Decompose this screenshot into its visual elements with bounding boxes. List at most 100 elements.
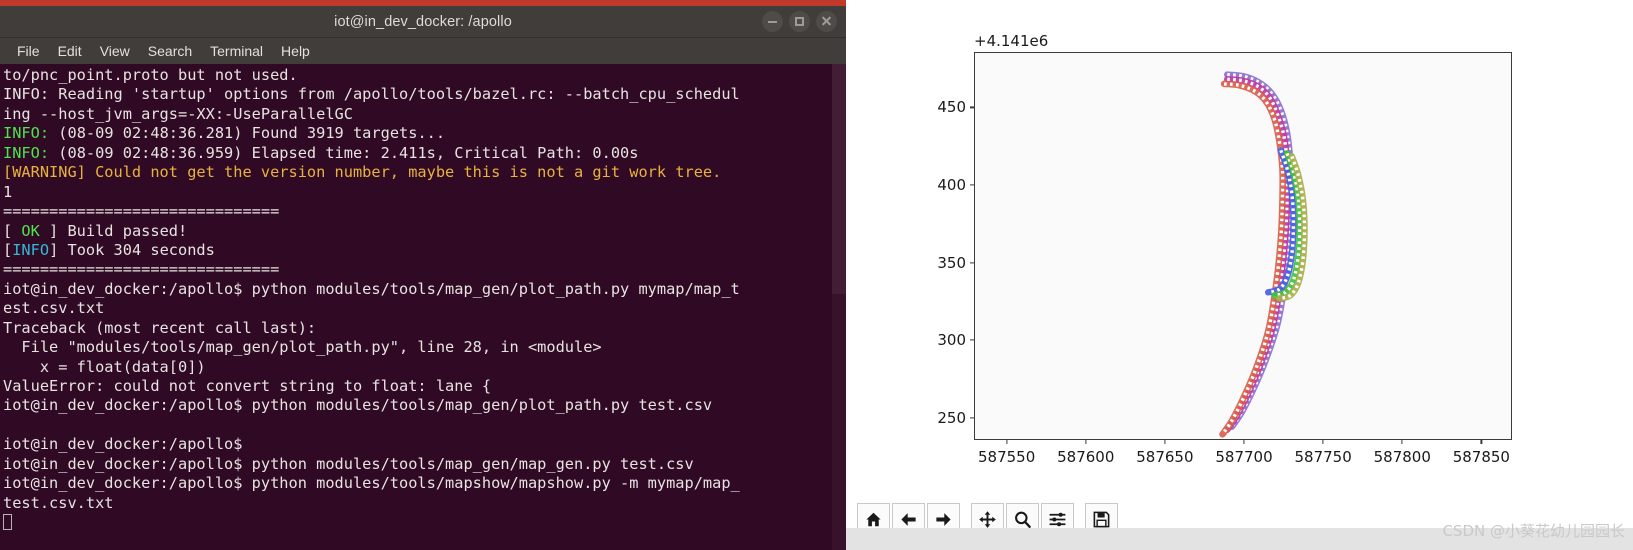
terminal-line: x = float(data[0])	[3, 358, 846, 377]
terminal-title: iot@in_dev_docker: /apollo	[334, 14, 512, 30]
figure-canvas[interactable]: +4.141e6 250 300 350 400 450 587550 587600 5876…	[846, 0, 1633, 492]
lane-path-plot	[1219, 71, 1308, 438]
series-line	[1219, 80, 1286, 438]
terminal-line: ValueError: could not convert string to …	[3, 377, 846, 396]
x-axis-tick-mark	[1243, 439, 1245, 444]
magnifier-icon	[1013, 510, 1032, 529]
move-cross-icon	[978, 510, 997, 529]
terminal-text-span: ==============================	[3, 202, 280, 221]
terminal-text-span: test.csv.txt	[3, 493, 114, 512]
terminal-text-span: [WARNING] Could not get the version numb…	[3, 163, 722, 182]
terminal-line: est.csv.txt	[3, 299, 846, 318]
terminal-line: [WARNING] Could not get the version numb…	[3, 163, 846, 182]
menu-item-help[interactable]: Help	[273, 41, 318, 61]
terminal-line: Traceback (most recent call last):	[3, 319, 846, 338]
terminal-text-span: (08-09 02:48:36.281) Found 3919 targets.…	[49, 124, 446, 143]
terminal-text-span: (08-09 02:48:36.959) Elapsed time: 2.411…	[49, 143, 639, 162]
terminal-text-span: x = float(data[0])	[3, 357, 206, 376]
terminal-cursor	[3, 514, 12, 531]
sliders-icon	[1048, 510, 1067, 529]
x-axis-tick-mark	[1401, 439, 1403, 444]
terminal-line: to/pnc_point.proto but not used.	[3, 66, 846, 85]
terminal-text-span: File "modules/tools/map_gen/plot_path.py…	[3, 338, 602, 357]
home-icon	[864, 510, 883, 529]
terminal-line: ==============================	[3, 260, 846, 279]
screen-root: iot@in_dev_docker: /apollo File Edit View S…	[0, 0, 1633, 550]
terminal-line: test.csv.txt	[3, 494, 846, 513]
terminal-line: ==============================	[3, 202, 846, 221]
terminal-cursor-row	[3, 513, 846, 532]
plot-axes[interactable]: 250 300 350 400 450 587550 587600 587650 587700 5…	[937, 52, 1512, 466]
minimize-button[interactable]	[762, 11, 783, 32]
terminal-line: 1	[3, 183, 846, 202]
terminal-text-span: Traceback (most recent call last):	[3, 318, 317, 337]
close-icon	[821, 16, 832, 27]
y-axis-tick-mark	[970, 261, 975, 264]
terminal-text-span: INFO	[12, 240, 50, 259]
terminal-window: iot@in_dev_docker: /apollo File Edit View S…	[0, 0, 846, 550]
menu-item-edit[interactable]: Edit	[50, 41, 90, 61]
watermark-text: CSDN @小葵花幼儿园园长	[1442, 522, 1625, 540]
terminal-text-span: iot@in_dev_docker:/apollo$	[3, 435, 243, 454]
terminal-output[interactable]: to/pnc_point.proto but not used. INFO: Re…	[0, 64, 846, 550]
matplotlib-window: +4.141e6 250 300 350 400 450 587550 587600 5876…	[846, 0, 1633, 550]
terminal-scrollbar-thumb[interactable]	[832, 64, 846, 294]
maximize-button[interactable]	[789, 11, 810, 32]
terminal-titlebar[interactable]: iot@in_dev_docker: /apollo	[0, 6, 846, 38]
terminal-text-span: iot@in_dev_docker:/apollo$ python module…	[3, 396, 713, 415]
floppy-disk-icon	[1092, 510, 1111, 529]
terminal-line: iot@in_dev_docker:/apollo$	[3, 435, 846, 454]
x-axis-tick-mark	[1085, 439, 1087, 444]
menu-item-search[interactable]: Search	[140, 41, 200, 61]
terminal-text-span: 1	[3, 182, 13, 201]
menu-item-file[interactable]: File	[9, 41, 48, 61]
y-axis-offset-label: +4.141e6	[974, 32, 1049, 50]
close-button[interactable]	[816, 11, 837, 32]
terminal-line: iot@in_dev_docker:/apollo$ python module…	[3, 396, 846, 415]
terminal-text-span: est.csv.txt	[3, 299, 105, 318]
terminal-line: [ OK ] Build passed!	[3, 222, 846, 241]
terminal-text-span: iot@in_dev_docker:/apollo$ python module…	[3, 454, 694, 473]
terminal-line: iot@in_dev_docker:/apollo$ python module…	[3, 280, 846, 299]
menu-item-terminal[interactable]: Terminal	[202, 41, 271, 61]
x-axis-tick-mark	[1480, 439, 1482, 444]
minimize-icon	[768, 20, 777, 23]
terminal-text-span: ] Took 304 seconds	[49, 240, 215, 259]
terminal-text-span: ] Build passed!	[39, 221, 188, 240]
arrow-right-icon	[934, 510, 953, 529]
x-axis-tick-mark	[1322, 439, 1324, 444]
maximize-icon	[795, 17, 804, 26]
terminal-text-span: OK	[21, 221, 40, 240]
terminal-line: iot@in_dev_docker:/apollo$ python module…	[3, 474, 846, 493]
terminal-text-span: ==============================	[3, 260, 280, 279]
terminal-text-span: INFO:	[3, 124, 50, 143]
terminal-line: File "modules/tools/map_gen/plot_path.py…	[3, 338, 846, 357]
terminal-text-span: ValueError: could not convert string to …	[3, 377, 492, 395]
y-axis-tick-mark	[970, 339, 975, 341]
terminal-line: [INFO] Took 304 seconds	[3, 241, 846, 260]
y-axis-tick-mark	[970, 184, 975, 186]
terminal-text-span: [	[3, 240, 13, 259]
y-axis-tick-mark	[970, 417, 975, 419]
arrow-left-icon	[899, 510, 918, 529]
terminal-line: INFO: (08-09 02:48:36.281) Found 3919 ta…	[3, 124, 846, 143]
menu-item-view[interactable]: View	[92, 41, 138, 61]
terminal-text-span: iot@in_dev_docker:/apollo$ python module…	[3, 474, 740, 493]
terminal-text-span: INFO:	[3, 143, 50, 162]
terminal-line: INFO: (08-09 02:48:36.959) Elapsed time:…	[3, 144, 846, 163]
y-axis-tick-mark	[970, 106, 975, 108]
x-axis-tick-mark	[1006, 439, 1008, 444]
terminal-text-span: to/pnc_point.proto but not used.	[3, 66, 298, 84]
terminal-text-span: ing --host_jvm_args=-XX:-UseParallelGC	[3, 104, 353, 123]
terminal-line: ing --host_jvm_args=-XX:-UseParallelGC	[3, 105, 846, 124]
terminal-scrollbar[interactable]	[832, 64, 846, 550]
terminal-text-span: INFO: Reading 'startup' options from /ap…	[3, 85, 740, 104]
window-controls	[762, 11, 837, 32]
terminal-text-span: iot@in_dev_docker:/apollo$ python module…	[3, 279, 740, 298]
terminal-text-span: [	[3, 221, 22, 240]
terminal-line: INFO: Reading 'startup' options from /ap…	[3, 85, 846, 104]
terminal-line: iot@in_dev_docker:/apollo$ python module…	[3, 455, 846, 474]
terminal-menubar: File Edit View Search Terminal Help	[0, 38, 846, 64]
x-axis-tick-mark	[1164, 439, 1166, 444]
